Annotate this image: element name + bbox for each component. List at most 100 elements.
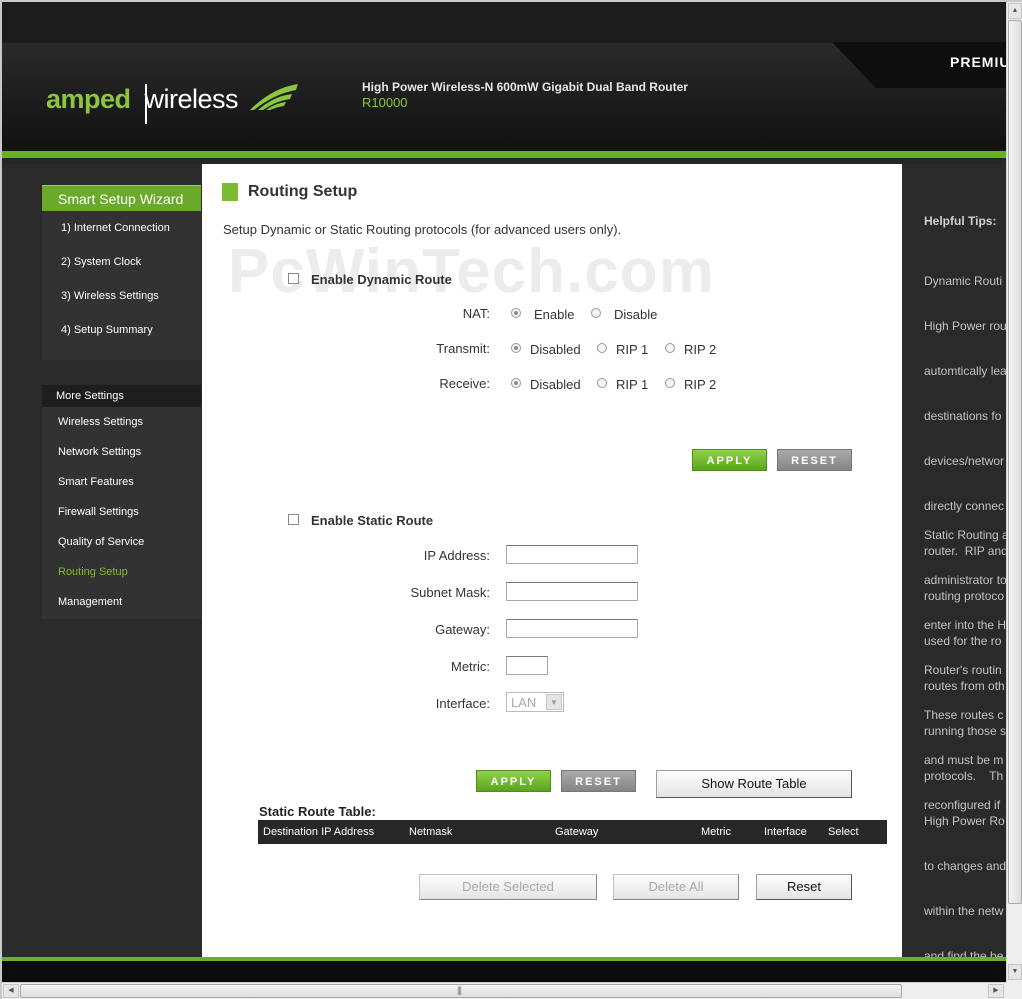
enable-dynamic-route-label: Enable Dynamic Route [311,272,452,287]
sidebar-item-routing-setup[interactable]: Routing Setup [58,566,128,578]
receive-disabled-label: Disabled [530,377,581,392]
ip-address-label: IP Address: [423,548,490,563]
receive-rip2-radio[interactable] [665,378,675,388]
logo-amped: amped [46,84,131,114]
col-select: Select [828,826,859,838]
scroll-up-icon[interactable]: ▲ [1008,3,1022,19]
footer [2,961,1006,982]
header-green-bar [2,151,1006,158]
logo-separator [145,84,147,124]
sidebar-item-smart-features[interactable]: Smart Features [58,476,134,488]
tips-line: destinations fo [924,409,1002,423]
premium-label: PREMIU [950,54,1011,70]
sidebar-item-quality-of-service[interactable]: Quality of Service [58,536,144,548]
receive-rip1-radio[interactable] [597,378,607,388]
col-destination-ip: Destination IP Address [263,826,375,838]
interface-label: Interface: [435,696,490,711]
enable-static-route-checkbox[interactable] [288,514,299,525]
interface-select-value: LAN [511,695,537,710]
tips-line: High Power rou [924,319,1006,333]
ip-address-input[interactable] [506,545,638,564]
scrollbar-corner [1006,982,1022,999]
receive-label: Receive: [439,376,490,391]
delete-all-button[interactable]: Delete All [613,874,739,900]
sidebar-item-firewall-settings[interactable]: Firewall Settings [58,506,139,518]
tips-line: to changes and [924,859,1006,873]
vertical-scroll-thumb[interactable] [1008,20,1022,904]
metric-label: Metric: [451,659,490,674]
enable-dynamic-route-checkbox[interactable] [288,273,299,284]
horizontal-scroll-thumb[interactable]: ||| [20,984,902,998]
transmit-rip1-label: RIP 1 [616,342,649,357]
tips-line: administrator to [924,573,1006,587]
route-table-title: Static Route Table: [259,804,376,819]
transmit-rip2-radio[interactable] [665,343,675,353]
logo-wireless: wireless [144,84,239,114]
title-marker [222,183,238,201]
nat-enable-label: Enable [534,307,575,322]
sidebar-item-system-clock[interactable]: 2) System Clock [61,256,141,268]
tips-line: and must be m [924,753,1004,767]
tips-line: devices/networ [924,454,1005,468]
tips-line: within the netw [924,904,1004,918]
transmit-disabled-radio[interactable] [511,343,521,353]
static-reset-button[interactable]: RESET [561,770,636,792]
sidebar-item-network-settings[interactable]: Network Settings [58,446,141,458]
product-model: R10000 [362,95,408,110]
scroll-left-icon[interactable]: ◀ [3,984,19,998]
sidebar-item-wireless-settings[interactable]: Wireless Settings [58,416,143,428]
static-apply-button[interactable]: APPLY [476,770,551,792]
show-route-table-button[interactable]: Show Route Table [656,770,852,798]
route-table-reset-button[interactable]: Reset [756,874,852,900]
tips-title: Helpful Tips: [924,214,997,228]
amped-wireless-logo: amped wireless [46,84,239,115]
horizontal-scrollbar[interactable]: ◀ ||| ▶ [2,982,1006,999]
col-netmask: Netmask [409,826,453,838]
gateway-label: Gateway: [435,622,490,637]
sidebar-item-internet-connection[interactable]: 1) Internet Connection [61,222,170,234]
dynamic-apply-button[interactable]: APPLY [692,449,767,471]
scroll-right-icon[interactable]: ▶ [988,984,1004,998]
interface-select[interactable]: LAN ▼ [506,692,564,712]
enable-static-route-label: Enable Static Route [311,513,434,528]
dynamic-reset-button[interactable]: RESET [777,449,852,471]
subnet-mask-input[interactable] [506,582,638,601]
nat-disable-label: Disable [614,307,658,322]
product-title: High Power Wireless-N 600mW Gigabit Dual… [362,80,688,94]
nat-label: NAT: [462,306,490,321]
chevron-down-icon[interactable]: ▼ [546,694,562,710]
sidebar-item-wireless-settings-wizard[interactable]: 3) Wireless Settings [61,290,159,302]
receive-disabled-radio[interactable] [511,378,521,388]
sidebar-wizard-title[interactable]: Smart Setup Wizard [42,185,201,211]
tips-line: Dynamic Routi [924,274,1003,288]
watermark: PcWinTech.com [228,237,715,306]
tips-line: enter into the H [924,618,1006,632]
transmit-disabled-label: Disabled [530,342,581,357]
col-interface: Interface [764,826,807,838]
subnet-mask-label: Subnet Mask: [410,585,491,600]
helpful-tips-panel: Helpful Tips: Dynamic Routi High Power r… [902,164,1006,957]
receive-rip1-label: RIP 1 [616,377,649,392]
vertical-scrollbar[interactable]: ▲ ▼ [1006,2,1022,982]
scroll-down-icon[interactable]: ▼ [1008,964,1022,980]
page-description: Setup Dynamic or Static Routing protocol… [223,222,622,237]
gateway-input[interactable] [506,619,638,638]
col-gateway: Gateway [555,826,599,838]
tips-static-text: Static Routing a administrator to enter … [924,498,1006,843]
tips-line: Static Routing a [924,528,1006,542]
metric-input[interactable] [506,656,548,675]
wireless-swoosh-icon [250,84,298,110]
header-top-band [2,2,1006,42]
sidebar-item-management[interactable]: Management [58,596,122,608]
transmit-rip1-radio[interactable] [597,343,607,353]
page-title: Routing Setup [248,183,358,200]
nat-enable-radio[interactable] [511,308,521,318]
nat-disable-radio[interactable] [591,308,601,318]
sidebar-more-settings-title: More Settings [42,385,201,407]
delete-selected-button[interactable]: Delete Selected [419,874,597,900]
transmit-label: Transmit: [436,341,490,356]
transmit-rip2-label: RIP 2 [684,342,717,357]
col-metric: Metric [701,826,731,838]
sidebar-item-setup-summary[interactable]: 4) Setup Summary [61,324,153,336]
tips-line: and find the be [924,949,1004,957]
